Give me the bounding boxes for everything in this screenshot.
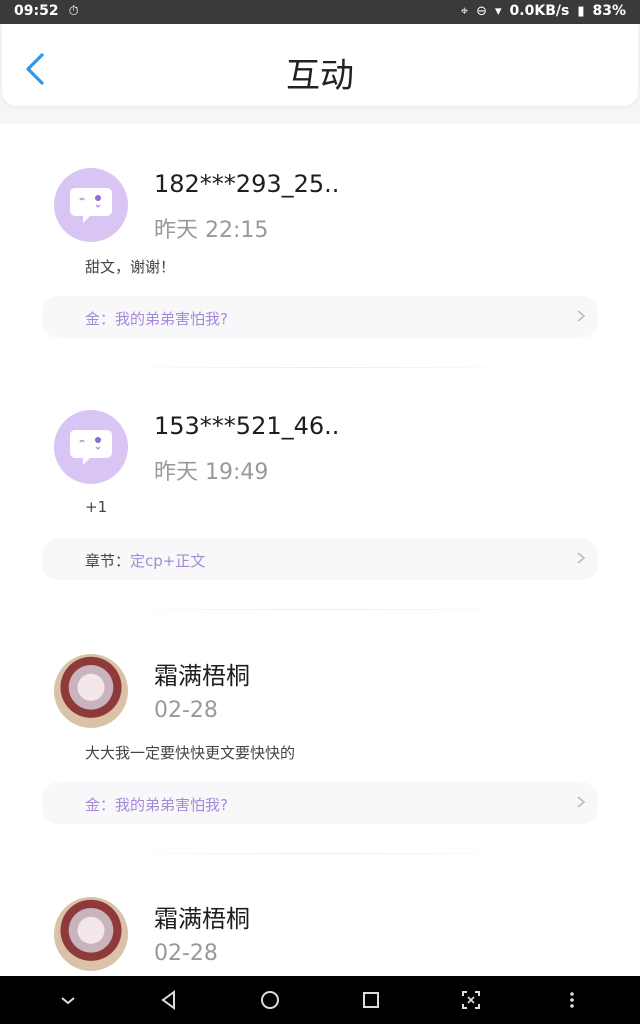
reference-label: 金：我的弟弟害怕我? [85, 308, 228, 329]
comment-text: +1 [85, 498, 108, 516]
battery-percent: 83% [592, 3, 626, 19]
reference-title: 定cp+正文 [130, 552, 206, 570]
reference-title: 我的弟弟害怕我? [115, 796, 228, 814]
divider [108, 367, 532, 368]
chat-bubble-icon [70, 430, 112, 465]
chapter-reference-link[interactable]: 金：我的弟弟害怕我? [42, 782, 598, 824]
comment-time: 昨天 22:15 [154, 218, 269, 243]
avatar[interactable] [54, 897, 128, 971]
reference-prefix: 金： [85, 796, 116, 814]
divider [108, 609, 532, 610]
user-name[interactable]: 霜满梧桐 [154, 656, 250, 691]
status-bar: 09:52 ⏱ ⌖ ⊖ ▾ 0.0KB/s ▮ 83% [0, 0, 640, 24]
chevron-right-icon [577, 552, 586, 564]
reference-prefix: 章节： [85, 552, 131, 570]
avatar[interactable] [54, 410, 128, 484]
interaction-list[interactable]: 182***293_25.. 昨天 22:15 甜文，谢谢！ 金：我的弟弟害怕我… [0, 124, 640, 976]
reference-label: 金：我的弟弟害怕我? [85, 794, 228, 815]
user-name[interactable]: 153***521_46.. [154, 412, 339, 440]
status-time: 09:52 [14, 3, 59, 19]
reference-label: 章节：定cp+正文 [85, 550, 205, 571]
avatar[interactable] [54, 654, 128, 728]
comment-time: 02-28 [154, 941, 218, 966]
page-header: 互动 [2, 24, 638, 106]
comment-time: 昨天 19:49 [154, 460, 269, 485]
reference-prefix: 金： [85, 310, 116, 328]
do-not-disturb-icon: ⊖ [476, 3, 488, 19]
chapter-reference-link[interactable]: 章节：定cp+正文 [42, 538, 598, 580]
screenshot-icon[interactable] [459, 988, 483, 1012]
home-circle-icon[interactable] [258, 988, 282, 1012]
chapter-reference-link[interactable]: 金：我的弟弟害怕我? [42, 296, 598, 338]
system-navigation-bar [0, 976, 640, 1024]
reference-title: 我的弟弟害怕我? [115, 310, 228, 328]
back-triangle-icon[interactable] [157, 988, 181, 1012]
timer-icon: ⏱ [68, 3, 79, 19]
recent-apps-icon[interactable] [359, 988, 383, 1012]
network-speed: 0.0KB/s [509, 3, 570, 19]
chevron-down-icon[interactable] [56, 988, 80, 1012]
comment-time: 02-28 [154, 698, 218, 723]
chevron-right-icon [577, 310, 586, 322]
user-name[interactable]: 182***293_25.. [154, 170, 339, 198]
more-vertical-icon[interactable] [560, 988, 584, 1012]
chat-bubble-icon [70, 188, 112, 223]
wifi-icon: ▾ [495, 3, 502, 19]
comment-text: 甜文，谢谢！ [85, 258, 176, 276]
user-name[interactable]: 霜满梧桐 [154, 899, 250, 934]
location-icon: ⌖ [460, 3, 469, 19]
battery-icon: ▮ [577, 3, 585, 19]
avatar[interactable] [54, 168, 128, 242]
divider [108, 853, 532, 854]
page-title: 互动 [286, 56, 354, 96]
chevron-right-icon [577, 796, 586, 808]
comment-text: 大大我一定要快快更文要快快的 [85, 744, 296, 762]
